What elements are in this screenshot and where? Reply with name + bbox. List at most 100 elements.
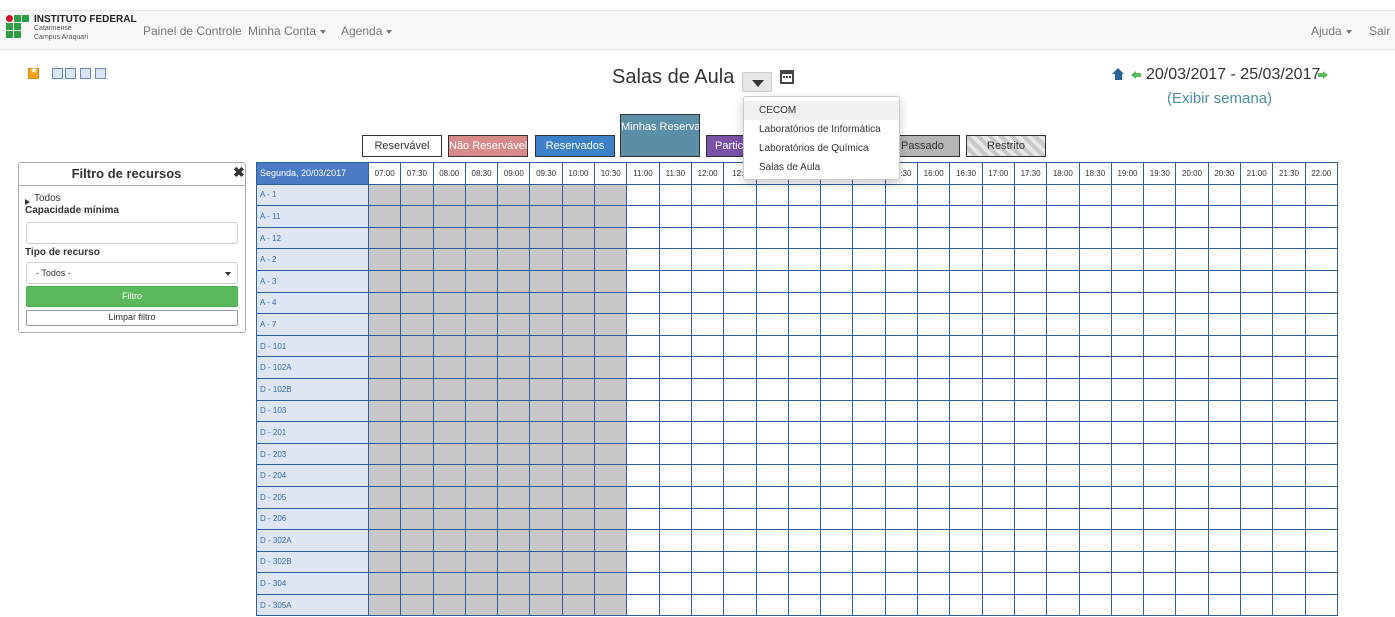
reservable-slot[interactable] <box>1207 183 1242 207</box>
resource-name-link[interactable]: D - 102A <box>256 356 369 379</box>
reservable-slot[interactable] <box>981 205 1015 228</box>
reservable-slot[interactable] <box>949 464 983 487</box>
reservable-slot[interactable] <box>1175 226 1209 250</box>
reservable-slot[interactable] <box>1143 421 1177 444</box>
reservable-slot[interactable] <box>1240 248 1274 271</box>
reservable-slot[interactable] <box>1013 291 1048 315</box>
reservable-slot[interactable] <box>981 572 1015 595</box>
reservable-slot[interactable] <box>1013 485 1048 509</box>
reservable-slot[interactable] <box>787 356 822 379</box>
reservable-slot[interactable] <box>1013 183 1048 207</box>
close-icon[interactable]: ✖ <box>233 164 245 181</box>
reservable-slot[interactable] <box>755 205 789 228</box>
reservable-slot[interactable] <box>1304 550 1338 574</box>
reservable-slot[interactable] <box>884 593 919 617</box>
resource-name-link[interactable]: D - 103 <box>256 399 369 423</box>
reservable-slot[interactable] <box>884 421 919 444</box>
reservable-slot[interactable] <box>820 529 854 552</box>
reservable-slot[interactable] <box>690 507 725 531</box>
reservable-slot[interactable] <box>626 572 660 595</box>
reservable-slot[interactable] <box>1175 183 1209 207</box>
reservable-slot[interactable] <box>949 248 983 271</box>
reservable-slot[interactable] <box>1013 464 1048 487</box>
reservable-slot[interactable] <box>1304 421 1338 444</box>
reservable-slot[interactable] <box>1143 593 1177 617</box>
show-week-link[interactable]: (Exibir semana) <box>1167 90 1272 107</box>
reservable-slot[interactable] <box>755 485 789 509</box>
reservable-slot[interactable] <box>1175 507 1209 531</box>
arrow-right-icon[interactable] <box>1318 71 1328 79</box>
reservable-slot[interactable] <box>1110 377 1145 401</box>
reservable-slot[interactable] <box>1046 464 1080 487</box>
reservable-slot[interactable] <box>1207 485 1242 509</box>
dropdown-item-lab-quimica[interactable]: Laboratórios de Química <box>744 139 899 158</box>
reservable-slot[interactable] <box>1304 226 1338 250</box>
reservable-slot[interactable] <box>787 529 822 552</box>
reservable-slot[interactable] <box>723 226 757 250</box>
reservable-slot[interactable] <box>1046 485 1080 509</box>
reservable-slot[interactable] <box>1272 377 1306 401</box>
reservable-slot[interactable] <box>981 529 1015 552</box>
reservable-slot[interactable] <box>1110 248 1145 271</box>
reservable-slot[interactable] <box>723 485 757 509</box>
reservable-slot[interactable] <box>1078 183 1112 207</box>
reservable-slot[interactable] <box>917 356 951 379</box>
reservable-slot[interactable] <box>1240 550 1274 574</box>
reservable-slot[interactable] <box>1175 269 1209 293</box>
reservable-slot[interactable] <box>1304 572 1338 595</box>
reservable-slot[interactable] <box>787 269 822 293</box>
reservable-slot[interactable] <box>1013 356 1048 379</box>
reservable-slot[interactable] <box>755 507 789 531</box>
resource-name-link[interactable]: D - 304 <box>256 572 369 595</box>
reservable-slot[interactable] <box>917 269 951 293</box>
reservable-slot[interactable] <box>981 550 1015 574</box>
reservable-slot[interactable] <box>1013 269 1048 293</box>
reservable-slot[interactable] <box>723 313 757 336</box>
filter-todos-toggle[interactable]: Todos <box>34 193 61 204</box>
reservable-slot[interactable] <box>626 421 660 444</box>
reservable-slot[interactable] <box>852 183 886 207</box>
resource-name-link[interactable]: D - 204 <box>256 464 369 487</box>
reservable-slot[interactable] <box>981 313 1015 336</box>
reservable-slot[interactable] <box>981 421 1015 444</box>
reservable-slot[interactable] <box>852 485 886 509</box>
reservable-slot[interactable] <box>1013 399 1048 423</box>
reservable-slot[interactable] <box>626 485 660 509</box>
reservable-slot[interactable] <box>1046 356 1080 379</box>
reservable-slot[interactable] <box>626 334 660 358</box>
reservable-slot[interactable] <box>690 248 725 271</box>
dropdown-item-lab-informatica[interactable]: Laboratórios de Informática <box>744 120 899 139</box>
reservable-slot[interactable] <box>690 550 725 574</box>
reservable-slot[interactable] <box>755 334 789 358</box>
nav-sair[interactable]: Sair <box>1369 24 1390 38</box>
reservable-slot[interactable] <box>1110 464 1145 487</box>
reservable-slot[interactable] <box>1207 334 1242 358</box>
reservable-slot[interactable] <box>658 421 692 444</box>
reservable-slot[interactable] <box>1207 507 1242 531</box>
reservable-slot[interactable] <box>1175 399 1209 423</box>
reservable-slot[interactable] <box>1272 593 1306 617</box>
reservable-slot[interactable] <box>690 269 725 293</box>
resource-name-link[interactable]: D - 205 <box>256 485 369 509</box>
reservable-slot[interactable] <box>949 485 983 509</box>
reservable-slot[interactable] <box>1110 550 1145 574</box>
reservable-slot[interactable] <box>1078 334 1112 358</box>
resource-name-link[interactable]: D - 201 <box>256 421 369 444</box>
reservable-slot[interactable] <box>626 442 660 466</box>
reservable-slot[interactable] <box>626 291 660 315</box>
reservable-slot[interactable] <box>787 334 822 358</box>
reservable-slot[interactable] <box>1143 485 1177 509</box>
reservable-slot[interactable] <box>1013 205 1048 228</box>
institution-logo[interactable]: INSTITUTO FEDERAL Catarinense Campus Ara… <box>6 15 137 47</box>
reservable-slot[interactable] <box>1046 248 1080 271</box>
reservable-slot[interactable] <box>1078 356 1112 379</box>
reservable-slot[interactable] <box>1013 313 1048 336</box>
reservable-slot[interactable] <box>723 550 757 574</box>
reservable-slot[interactable] <box>884 269 919 293</box>
reservable-slot[interactable] <box>1013 377 1048 401</box>
reservable-slot[interactable] <box>1013 334 1048 358</box>
filter-button[interactable]: Filtro <box>26 286 238 307</box>
reservable-slot[interactable] <box>1272 356 1306 379</box>
reservable-slot[interactable] <box>949 442 983 466</box>
reservable-slot[interactable] <box>949 529 983 552</box>
